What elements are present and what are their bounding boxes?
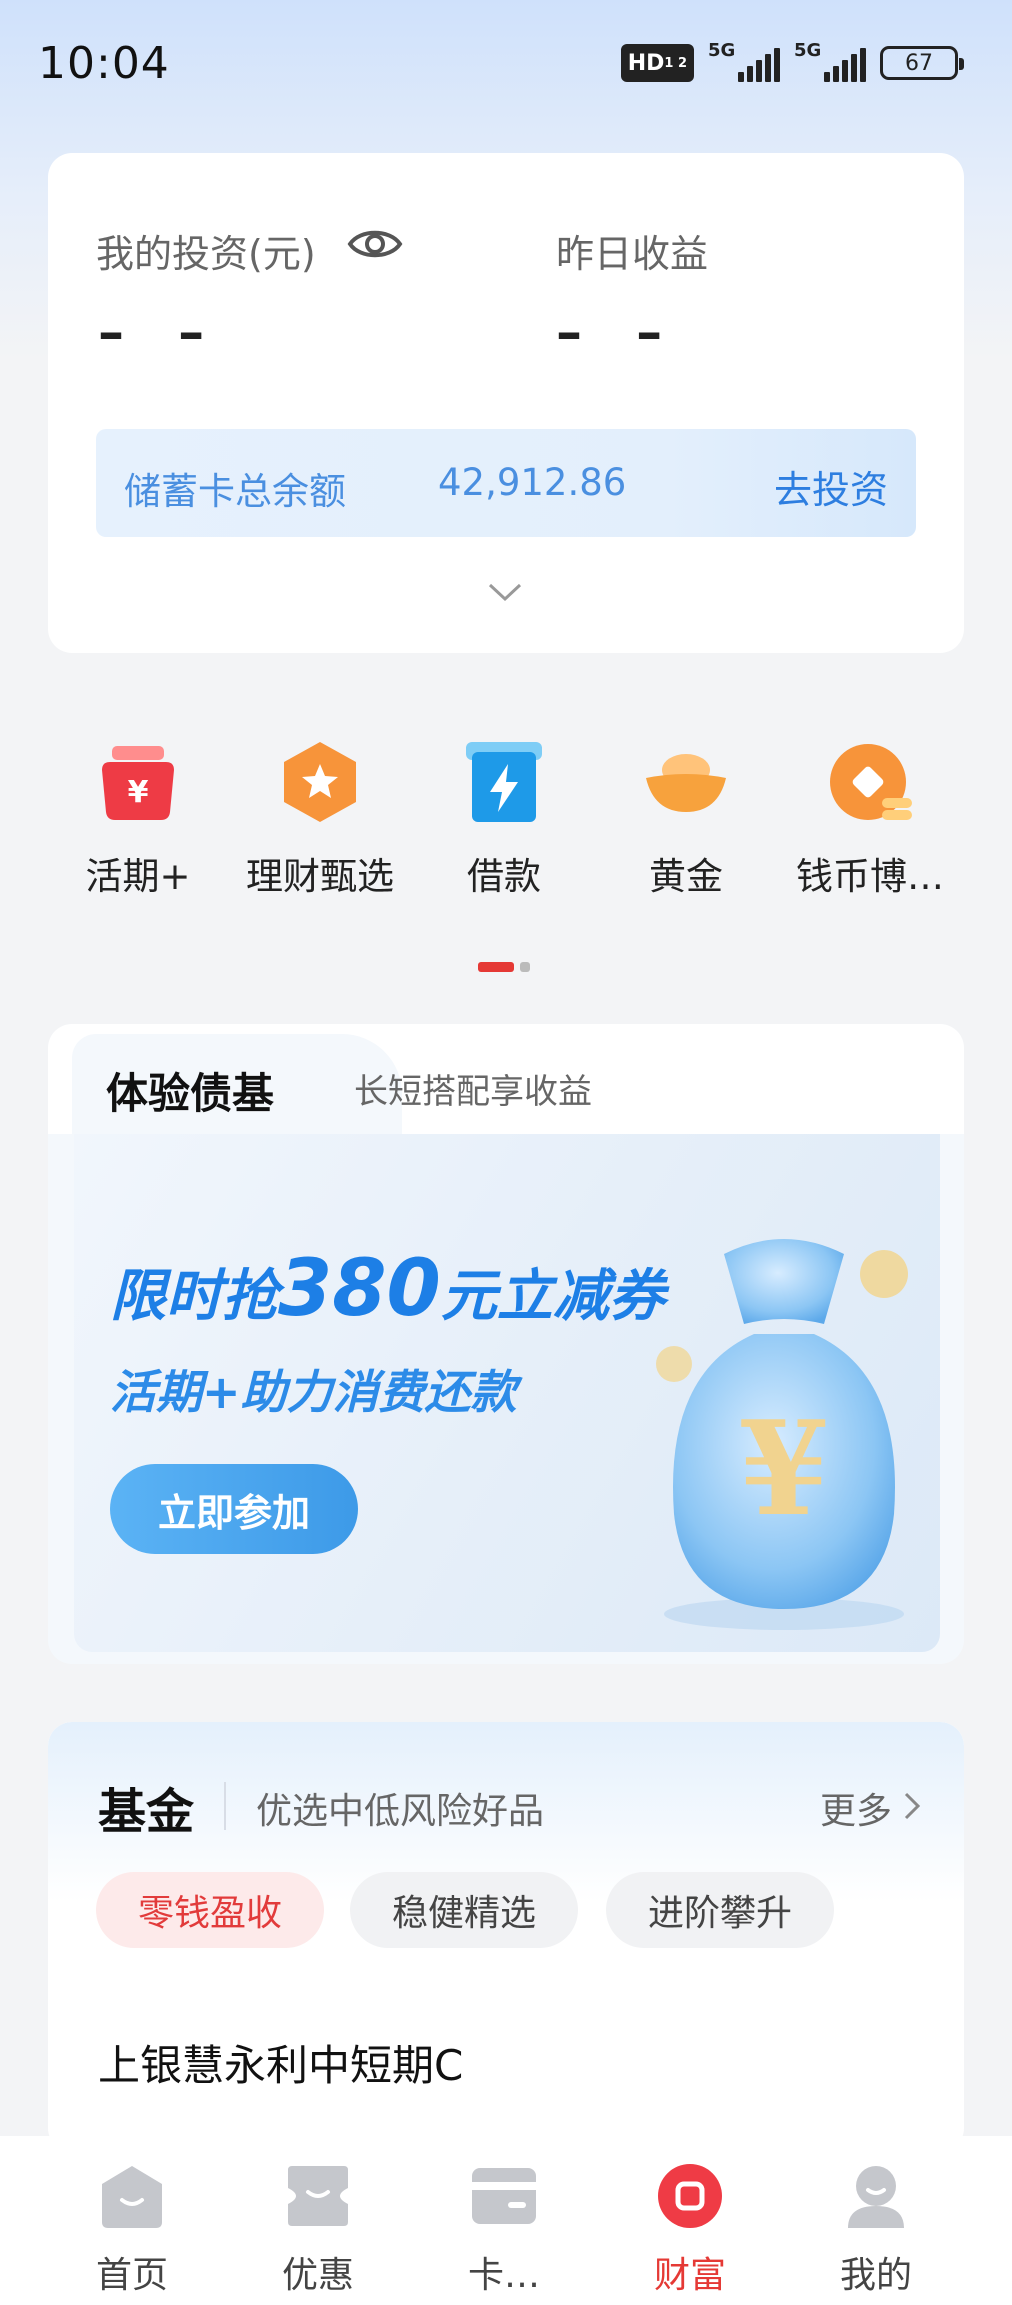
chip-advanced-growth[interactable]: 进阶攀升 <box>606 1872 834 1948</box>
svg-text:¥: ¥ <box>739 1392 829 1545</box>
fund-title: 基金 <box>98 1784 195 1840</box>
nav-label: 优惠 <box>281 2255 354 2296</box>
card-icon <box>472 2168 536 2224</box>
signal-icon: 5G <box>794 40 866 82</box>
lightning-card-icon <box>466 742 542 822</box>
yesterday-income-value: – – <box>556 303 681 363</box>
promo-card: 体验债基 长短搭配享收益 限时抢380元立减券 活期+助力消费还款 立即参加 ¥ <box>48 1024 964 1664</box>
menu-item-wealth-selection[interactable]: 理财甄选 <box>230 740 410 900</box>
my-investment-label: 我的投资(元) <box>96 232 316 276</box>
join-now-button[interactable]: 立即参加 <box>110 1464 358 1554</box>
home-icon <box>102 2166 162 2228</box>
nav-label: 财富 <box>653 2255 726 2296</box>
divider <box>224 1782 226 1830</box>
clock: 10:04 <box>38 38 170 89</box>
promo-banner[interactable]: 限时抢380元立减券 活期+助力消费还款 立即参加 ¥ <box>74 1134 940 1652</box>
savings-balance-label: 储蓄卡总余额 <box>124 470 346 513</box>
promo-tab-bar: 体验债基 长短搭配享收益 <box>48 1024 964 1144</box>
eye-icon[interactable] <box>346 223 404 265</box>
status-icons: HD 1 2 5G 5G 67 <box>620 40 964 86</box>
savings-balance-bar: 储蓄卡总余额 42,912.86 去投资 <box>96 429 916 537</box>
banner-subtitle: 活期+助力消费还款 <box>110 1365 517 1419</box>
fund-card: 基金 优选中低风险好品 更多 零钱盈收 稳健精选 进阶攀升 上银慧永利中短期C <box>48 1722 964 2152</box>
chip-change-profit[interactable]: 零钱盈收 <box>96 1872 324 1948</box>
bottom-nav: 首页 优惠 卡… 财富 我的 <box>0 2136 1012 2305</box>
banner-title: 限时抢380元立减券 <box>110 1244 665 1334</box>
promo-tab-title[interactable]: 体验债基 <box>106 1060 274 1121</box>
menu-item-label: 黄金 <box>649 855 723 898</box>
nav-profile[interactable]: 我的 <box>806 2162 946 2298</box>
menu-item-label: 活期+ <box>85 855 191 898</box>
menu-item-label: 理财甄选 <box>246 855 394 898</box>
profile-icon <box>848 2166 904 2228</box>
menu-item-label: 钱币博… <box>796 855 944 898</box>
menu-item-loan[interactable]: 借款 <box>414 740 594 900</box>
nav-label: 我的 <box>839 2255 912 2296</box>
yesterday-income-label: 昨日收益 <box>556 232 709 276</box>
nav-discounts[interactable]: 优惠 <box>248 2162 388 2298</box>
wealth-icon <box>658 2164 722 2228</box>
promo-tab-subtitle[interactable]: 长短搭配享收益 <box>354 1064 592 1113</box>
chip-steady-selection[interactable]: 稳健精选 <box>350 1872 578 1948</box>
status-bar: 10:04 HD 1 2 5G 5G 67 <box>0 0 1012 120</box>
battery-icon: 67 <box>880 46 964 80</box>
nav-home[interactable]: 首页 <box>62 2162 202 2298</box>
fund-subtitle: 优选中低风险好品 <box>256 1791 545 1832</box>
svg-text:¥: ¥ <box>128 775 149 810</box>
menu-item-label: 借款 <box>467 855 541 898</box>
hd-voice-icon: HD 1 2 <box>620 44 694 82</box>
savings-balance-value: 42,912.86 <box>438 461 627 504</box>
more-link[interactable]: 更多 <box>820 1782 892 1834</box>
go-invest-button[interactable]: 去投资 <box>774 459 888 514</box>
nav-label: 首页 <box>95 2255 168 2296</box>
menu-item-current-plus[interactable]: ¥ 活期+ <box>48 740 228 900</box>
signal-icon: 5G <box>708 40 780 82</box>
chevron-down-icon[interactable] <box>486 581 524 603</box>
chevron-right-icon[interactable] <box>902 1790 922 1822</box>
money-bag-illustration: ¥ <box>656 1239 908 1630</box>
page-indicator <box>478 962 530 972</box>
nav-wealth[interactable]: 财富 <box>620 2162 760 2298</box>
menu-item-coin-museum[interactable]: 钱币博… <box>780 740 960 900</box>
nav-label: 卡… <box>467 2255 540 2296</box>
ticket-icon <box>288 2166 348 2226</box>
money-bag-yuan-icon: ¥ <box>102 746 174 820</box>
investment-summary-card: 我的投资(元) 昨日收益 – – – – 储蓄卡总余额 42,912.86 去投… <box>48 153 964 653</box>
coin-icon <box>830 744 912 820</box>
nav-cards[interactable]: 卡… <box>434 2162 574 2298</box>
my-investment-value: – – <box>98 303 223 363</box>
menu-item-gold[interactable]: 黄金 <box>596 740 776 900</box>
fund-item-name[interactable]: 上银慧永利中短期C <box>98 2032 463 2093</box>
gold-ingot-icon <box>646 754 726 812</box>
star-hexagon-icon <box>284 742 356 822</box>
